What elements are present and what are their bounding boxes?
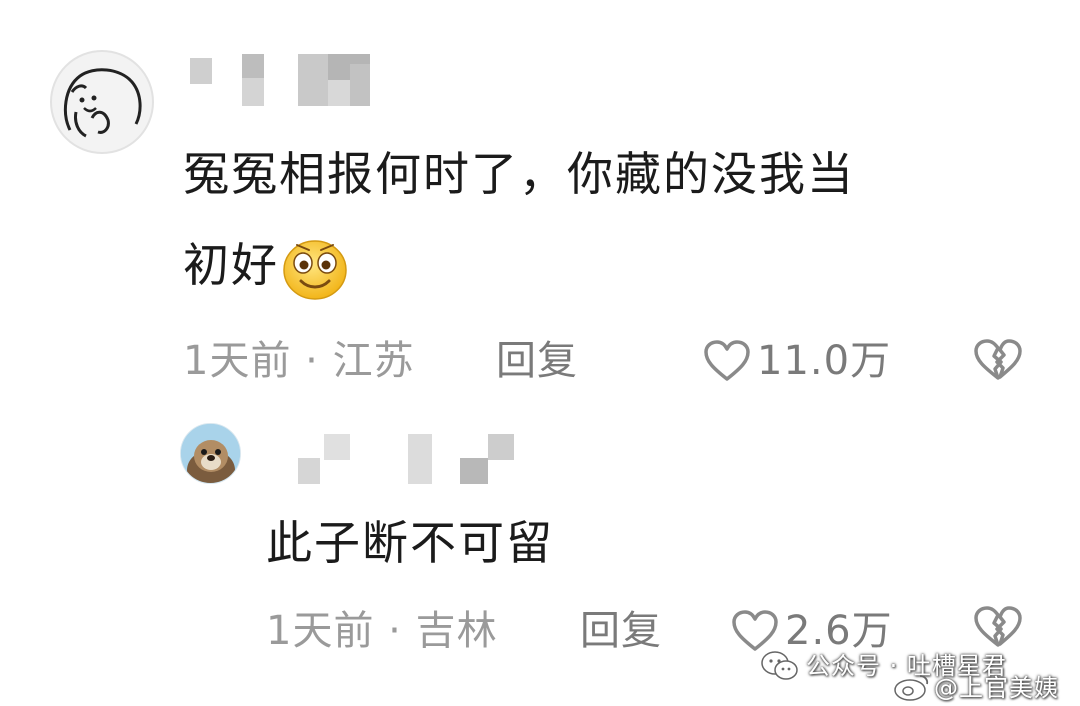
broken-heart-icon	[974, 606, 1022, 647]
wechat-icon	[760, 650, 800, 686]
smile-emoji-icon	[283, 239, 347, 300]
like-button[interactable]: 2.6万	[731, 607, 893, 655]
comment-text-line: 初好	[183, 231, 349, 301]
like-count: 11.0万	[757, 338, 892, 384]
doodle-avatar-icon	[63, 68, 142, 138]
comment-text-line: 冤冤相报何时了，你藏的没我当	[183, 147, 855, 201]
comment-text-tail: 初好	[183, 238, 279, 292]
reply-time-location: 1天前 · 吉林	[266, 608, 498, 654]
reply-text: 此子断不可留	[266, 516, 554, 570]
comment-time-location: 1天前 · 江苏	[183, 338, 415, 384]
reply-button[interactable]: 回复	[496, 337, 578, 385]
commenter-name-mosaic[interactable]	[190, 54, 380, 106]
reply-button[interactable]: 回复	[580, 607, 662, 655]
replier-name-mosaic[interactable]	[298, 434, 518, 484]
weibo-watermark: @上官美姨	[934, 674, 1059, 702]
commenter-avatar[interactable]	[50, 50, 154, 154]
dislike-button[interactable]	[973, 605, 1023, 653]
like-button[interactable]: 11.0万	[703, 337, 891, 385]
dislike-button[interactable]	[973, 338, 1023, 386]
replier-avatar[interactable]	[180, 423, 241, 484]
otter-avatar-icon	[181, 424, 240, 483]
heart-outline-icon	[732, 610, 778, 651]
weibo-icon	[893, 672, 931, 706]
heart-outline-icon	[704, 340, 750, 381]
broken-heart-icon	[974, 339, 1022, 380]
like-count: 2.6万	[785, 608, 893, 654]
